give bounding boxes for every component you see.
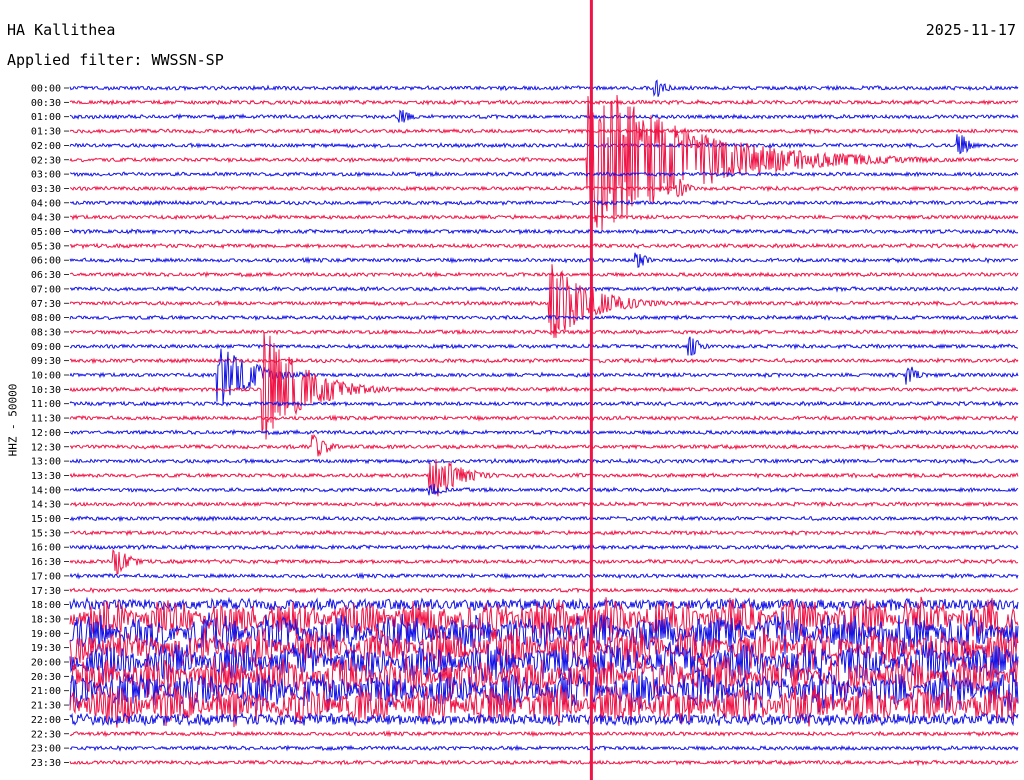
trace-row-2300 bbox=[69, 744, 1019, 752]
time-tick-label: 10:00 bbox=[31, 371, 61, 382]
trace-row-0300 bbox=[69, 170, 1019, 178]
trace-row-1730 bbox=[69, 586, 1019, 594]
trace-row-0800 bbox=[69, 314, 1018, 322]
time-tick-label: 01:00 bbox=[31, 112, 61, 123]
time-tick-label: 23:00 bbox=[31, 744, 61, 755]
time-tick-label: 16:30 bbox=[31, 557, 61, 568]
time-tick-label: 06:00 bbox=[31, 256, 61, 267]
time-tick-label: 13:00 bbox=[31, 457, 61, 468]
trace-row-1030 bbox=[69, 331, 1019, 440]
trace-row-1000 bbox=[69, 348, 1019, 404]
trace-row-0530 bbox=[69, 242, 1019, 250]
time-tick-label: 18:00 bbox=[31, 600, 61, 611]
time-tick-label: 19:00 bbox=[31, 629, 61, 640]
time-tick-label: 11:00 bbox=[31, 399, 61, 410]
time-tick-label: 23:30 bbox=[31, 758, 61, 769]
trace-row-0130 bbox=[69, 127, 1019, 136]
time-tick-label: 09:00 bbox=[31, 342, 61, 353]
time-tick-label: 06:30 bbox=[31, 270, 61, 281]
time-tick-label: 11:30 bbox=[31, 414, 61, 425]
time-tick-group: 00:00 00:30 01:00 01:30 02:00 02:30 03:00 03:30… bbox=[31, 84, 69, 769]
time-tick-label: 07:00 bbox=[31, 284, 61, 295]
time-tick-label: 08:30 bbox=[31, 327, 61, 338]
time-tick-label: 04:30 bbox=[31, 213, 61, 224]
trace-row-0500 bbox=[69, 228, 1019, 236]
time-tick-label: 02:00 bbox=[31, 141, 61, 152]
time-tick-label: 17:00 bbox=[31, 571, 61, 582]
time-tick-label: 03:30 bbox=[31, 184, 61, 195]
trace-row-0430 bbox=[70, 213, 1019, 221]
time-tick-label: 14:30 bbox=[31, 500, 61, 511]
trace-row-0930 bbox=[69, 356, 1019, 365]
time-tick-label: 12:00 bbox=[31, 428, 61, 439]
time-tick-label: 17:30 bbox=[31, 586, 61, 597]
trace-row-1500 bbox=[69, 514, 1018, 523]
time-tick-label: 18:30 bbox=[31, 614, 61, 625]
time-tick-label: 22:00 bbox=[31, 715, 61, 726]
time-tick-label: 14:00 bbox=[31, 485, 61, 496]
time-tick-label: 21:30 bbox=[31, 701, 61, 712]
trace-row-1700 bbox=[69, 571, 1019, 580]
time-tick-label: 10:30 bbox=[31, 385, 61, 396]
time-tick-label: 03:00 bbox=[31, 170, 61, 181]
time-tick-label: 08:00 bbox=[31, 313, 61, 324]
helicorder-plot: 00:00 00:30 01:00 01:30 02:00 02:30 03:00 03:30… bbox=[31, 0, 1019, 780]
time-tick-label: 00:30 bbox=[31, 98, 61, 109]
time-tick-label: 01:30 bbox=[31, 127, 61, 138]
time-tick-label: 05:00 bbox=[31, 227, 61, 238]
trace-row-0630 bbox=[69, 270, 1019, 279]
trace-row-0100 bbox=[69, 109, 1019, 123]
time-tick-label: 13:30 bbox=[31, 471, 61, 482]
trace-row-1230 bbox=[69, 434, 1019, 457]
trace-row-1130 bbox=[69, 414, 1019, 422]
time-tick-label: 15:00 bbox=[31, 514, 61, 525]
trace-row-2230 bbox=[69, 729, 1019, 738]
time-tick-label: 15:30 bbox=[31, 528, 61, 539]
time-tick-label: 21:00 bbox=[31, 686, 61, 697]
time-tick-label: 20:00 bbox=[31, 658, 61, 669]
trace-row-0000 bbox=[69, 79, 1019, 97]
trace-row-0700 bbox=[69, 285, 1019, 293]
trace-row-0600 bbox=[69, 252, 1019, 268]
trace-row-1600 bbox=[69, 543, 1019, 551]
time-tick-label: 19:30 bbox=[31, 643, 61, 654]
time-tick-label: 20:30 bbox=[31, 672, 61, 683]
time-tick-label: 22:30 bbox=[31, 729, 61, 740]
trace-row-0200 bbox=[69, 134, 1019, 155]
trace-row-0900 bbox=[69, 336, 1019, 356]
trace-row-0730 bbox=[69, 264, 1019, 338]
time-tick-label: 07:30 bbox=[31, 299, 61, 310]
time-tick-label: 05:30 bbox=[31, 241, 61, 252]
trace-row-1630 bbox=[69, 548, 1019, 576]
time-tick-label: 09:30 bbox=[31, 356, 61, 367]
trace-row-1400 bbox=[69, 483, 1019, 496]
trace-row-0030 bbox=[69, 98, 1019, 107]
trace-row-1300 bbox=[69, 457, 1019, 465]
trace-row-1430 bbox=[69, 500, 1019, 508]
trace-row-0830 bbox=[69, 328, 1019, 336]
trace-row-0400 bbox=[69, 199, 1019, 207]
trace-row-2330 bbox=[69, 759, 1019, 767]
trace-row-0330 bbox=[69, 178, 1019, 198]
time-tick-label: 12:30 bbox=[31, 442, 61, 453]
trace-group bbox=[69, 0, 1019, 780]
time-tick-label: 02:30 bbox=[31, 155, 61, 166]
trace-row-1200 bbox=[69, 428, 1019, 436]
trace-row-1100 bbox=[69, 400, 1019, 408]
trace-row-1530 bbox=[69, 529, 1019, 537]
time-tick-label: 00:00 bbox=[31, 84, 61, 95]
time-tick-label: 04:00 bbox=[31, 198, 61, 209]
time-tick-label: 16:00 bbox=[31, 543, 61, 554]
